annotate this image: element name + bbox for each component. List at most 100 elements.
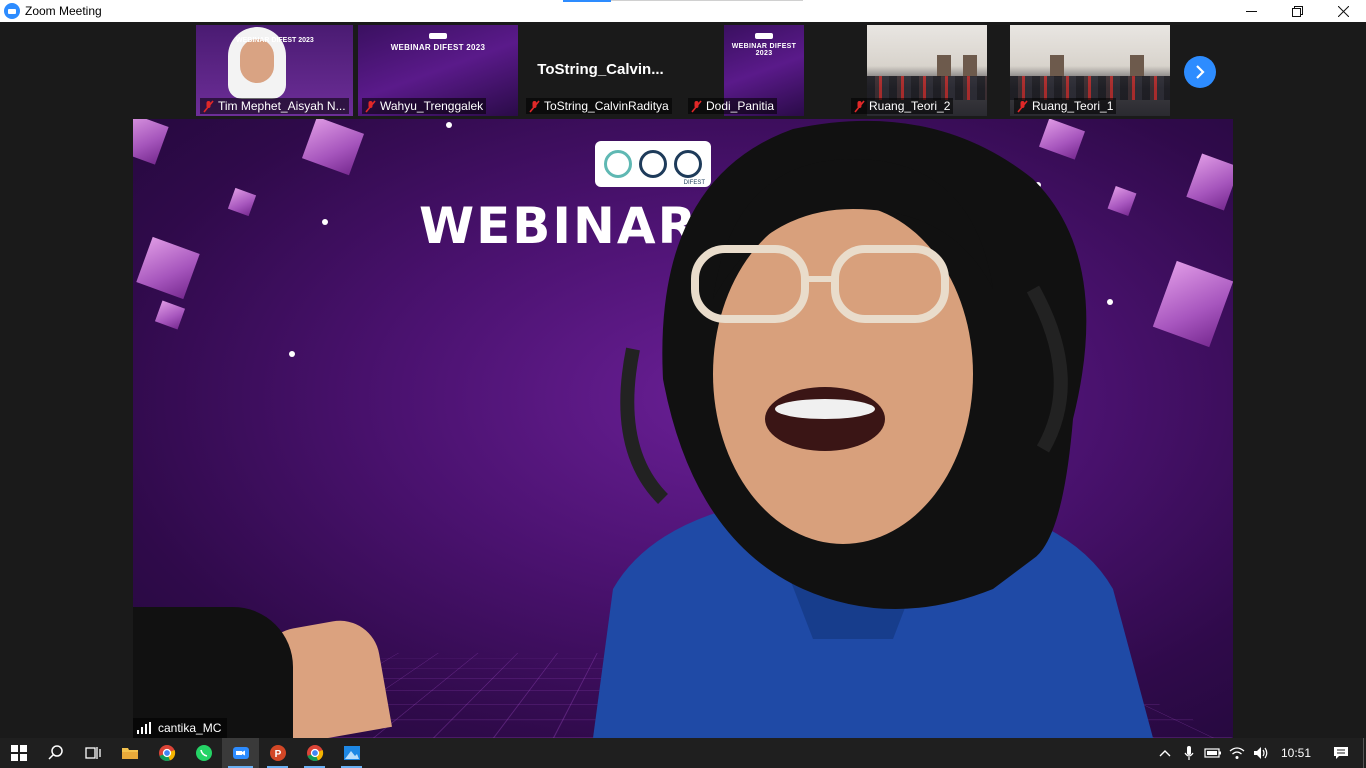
mic-muted-icon	[529, 99, 540, 113]
search-button[interactable]	[37, 738, 74, 768]
volume-button[interactable]	[1249, 738, 1273, 768]
participant-name: Ruang_Teori_2	[851, 98, 954, 114]
participant-display-name: ToString_Calvin...	[537, 61, 664, 78]
window-controls	[1228, 0, 1366, 22]
participant-name-text: Ruang_Teori_2	[869, 99, 951, 113]
chevron-right-icon	[1196, 65, 1205, 79]
participant-name-text: Wahyu_Trenggalek	[380, 99, 484, 113]
participant-thumbnail[interactable]: WEBINAR DIFEST 2023 Dodi_Panitia	[684, 25, 806, 116]
participant-name-text: Ruang_Teori_1	[1032, 99, 1114, 113]
photos-icon	[343, 746, 360, 760]
participant-name: ToString_CalvinRaditya	[526, 98, 672, 114]
notification-icon	[1334, 747, 1348, 759]
room-window	[937, 55, 951, 77]
meeting-area: WEBINAR DIFEST 2023 Tim Mephet_Aisyah N.…	[0, 22, 1366, 738]
mic-muted-icon	[691, 99, 702, 113]
participant-thumbnail[interactable]: Ruang_Teori_2	[847, 25, 987, 116]
speaker-name-label: cantika_MC	[133, 718, 228, 738]
participant-name-text: Tim Mephet_Aisyah N...	[218, 99, 346, 113]
whatsapp-icon	[195, 745, 212, 761]
decor-cube	[133, 119, 169, 165]
decor-star	[322, 219, 328, 225]
chrome-icon	[306, 745, 323, 762]
participant-thumbnail[interactable]: WEBINAR DIFEST 2023 Tim Mephet_Aisyah N.…	[196, 25, 353, 116]
slide-title: WEBINAR DIFEST 2023	[236, 37, 314, 44]
connection-strength-icon	[137, 722, 153, 734]
task-view-icon	[84, 747, 101, 759]
zoom-logo-icon	[4, 3, 20, 19]
microphone-icon	[1184, 746, 1194, 760]
slide-logo	[755, 33, 773, 39]
speaker-name: cantika_MC	[158, 721, 222, 735]
taskbar-clock[interactable]: 10:51	[1281, 746, 1311, 760]
windows-start-icon	[10, 745, 27, 761]
powerpoint-button[interactable]: P	[259, 738, 296, 768]
room-window	[1130, 55, 1144, 77]
active-speaker-video[interactable]: DIFEST WEBINAR DI cantika_MC	[133, 119, 1233, 738]
close-icon	[1337, 5, 1349, 17]
system-tray: 10:51	[1153, 738, 1366, 768]
slide-title: WEBINAR DIFEST 2023	[390, 43, 486, 52]
mic-muted-icon	[1017, 99, 1028, 113]
room-window	[963, 55, 977, 77]
chevron-up-icon	[1159, 750, 1171, 757]
chrome-button[interactable]	[148, 738, 185, 768]
participant-name-text: Dodi_Panitia	[706, 99, 775, 113]
room-audience	[867, 76, 987, 100]
participant-thumbnail[interactable]: WEBINAR DIFEST 2023 Wahyu_Trenggalek	[358, 25, 518, 116]
speaker-person	[593, 120, 1153, 738]
powerpoint-icon: P	[269, 745, 286, 761]
participant-face	[240, 39, 274, 83]
next-page-button[interactable]	[1184, 56, 1216, 88]
minimize-icon	[1245, 10, 1257, 12]
decor-cube	[154, 300, 186, 330]
restore-icon	[1291, 5, 1303, 17]
decor-star	[446, 122, 452, 128]
slide-logo	[429, 33, 447, 39]
participant-name: Ruang_Teori_1	[1014, 98, 1117, 114]
chrome-button[interactable]	[296, 738, 333, 768]
action-center-button[interactable]	[1329, 738, 1353, 768]
participant-thumbnail[interactable]: ToString_Calvin... ToString_CalvinRadity…	[522, 25, 679, 116]
mic-muted-icon	[203, 99, 214, 113]
photos-button[interactable]	[333, 738, 370, 768]
file-explorer-icon	[121, 748, 138, 759]
participant-thumbnail[interactable]: Ruang_Teori_1	[1010, 25, 1170, 116]
decor-cube	[136, 236, 200, 300]
slide-title: WEBINAR DIFEST 2023	[731, 43, 797, 57]
zoom-icon	[232, 747, 249, 759]
decor-star	[289, 351, 295, 357]
window-titlebar: Zoom Meeting	[0, 0, 1366, 22]
close-button[interactable]	[1320, 0, 1366, 22]
search-icon	[47, 745, 63, 760]
whatsapp-button[interactable]	[185, 738, 222, 768]
mic-muted-icon	[854, 99, 865, 113]
room-audience	[1010, 76, 1170, 100]
window-title: Zoom Meeting	[25, 4, 102, 18]
wifi-button[interactable]	[1225, 738, 1249, 768]
wifi-icon	[1229, 747, 1245, 759]
battery-icon	[1204, 748, 1221, 758]
file-explorer-button[interactable]	[111, 738, 148, 768]
mic-muted-icon	[365, 99, 376, 113]
participant-name: Dodi_Panitia	[688, 98, 778, 114]
svg-text:P: P	[274, 749, 281, 760]
chrome-icon	[158, 745, 175, 762]
windows-taskbar: P 10:51	[0, 738, 1366, 768]
participant-name: Wahyu_Trenggalek	[362, 98, 487, 114]
show-hidden-icons-button[interactable]	[1153, 738, 1177, 768]
decor-cube	[227, 187, 257, 217]
minimize-button[interactable]	[1228, 0, 1274, 22]
microphone-button[interactable]	[1177, 738, 1201, 768]
titlebar-divider	[611, 0, 803, 1]
task-view-button[interactable]	[74, 738, 111, 768]
volume-icon	[1253, 747, 1268, 759]
decor-cube	[301, 119, 365, 176]
start-button[interactable]	[0, 738, 37, 768]
participant-name: Tim Mephet_Aisyah N...	[200, 98, 349, 114]
battery-button[interactable]	[1201, 738, 1225, 768]
zoom-button[interactable]	[222, 738, 259, 768]
room-window	[1050, 55, 1064, 77]
titlebar-accent	[563, 0, 611, 2]
restore-button[interactable]	[1274, 0, 1320, 22]
